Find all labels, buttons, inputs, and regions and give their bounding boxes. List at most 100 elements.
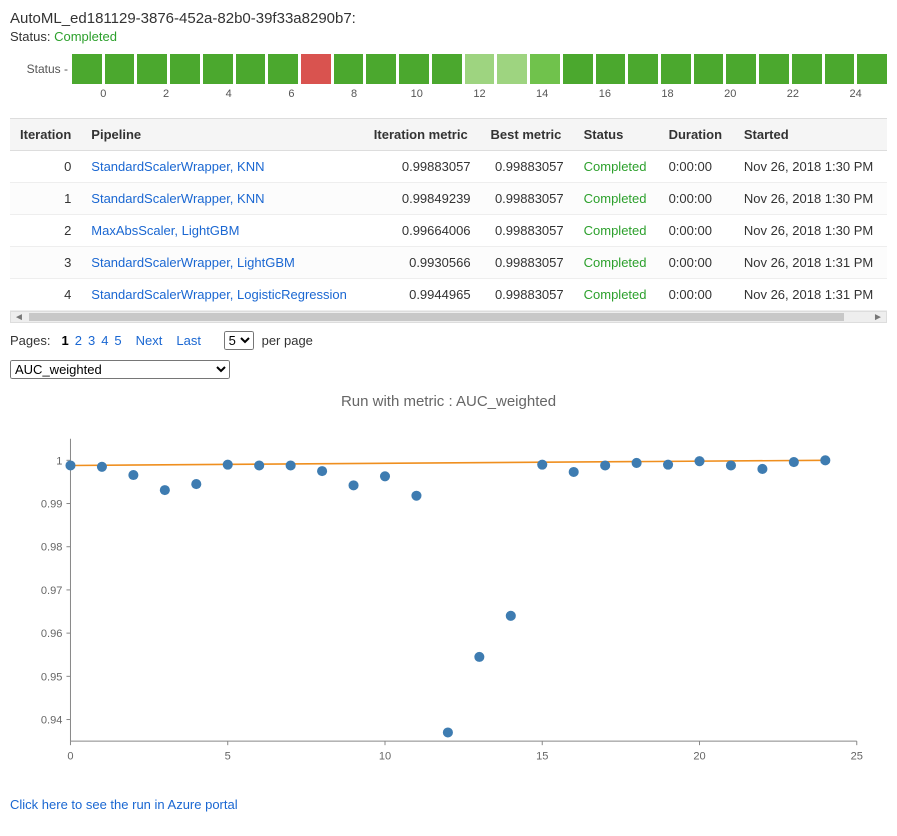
- status-cell[interactable]: [497, 54, 527, 84]
- col-pipeline[interactable]: Pipeline: [81, 119, 363, 151]
- chart-point[interactable]: [65, 460, 75, 470]
- page-title: AutoML_ed181129-3876-452a-82b0-39f33a829…: [10, 10, 887, 27]
- chart-point[interactable]: [286, 460, 296, 470]
- chart-point[interactable]: [820, 455, 830, 465]
- status-cell[interactable]: [399, 54, 429, 84]
- chart-point[interactable]: [569, 467, 579, 477]
- svg-text:0.94: 0.94: [41, 715, 63, 727]
- status-cell[interactable]: [465, 54, 495, 84]
- chart-point[interactable]: [537, 460, 547, 470]
- pager-page[interactable]: 1: [58, 333, 71, 348]
- status-cell[interactable]: [203, 54, 233, 84]
- table-row[interactable]: 4StandardScalerWrapper, LogisticRegressi…: [10, 279, 887, 311]
- azure-portal-link[interactable]: Click here to see the run in Azure porta…: [10, 797, 238, 812]
- status-axis-tick: 20: [699, 88, 762, 100]
- status-bar-axis: 024681012141618202224: [72, 88, 887, 100]
- status-cell[interactable]: [596, 54, 626, 84]
- chart-point[interactable]: [411, 491, 421, 501]
- per-page-select[interactable]: 5: [224, 331, 254, 350]
- table-row[interactable]: 1StandardScalerWrapper, KNN0.998492390.9…: [10, 183, 887, 215]
- pager-page[interactable]: 3: [85, 333, 98, 348]
- status-cell[interactable]: [563, 54, 593, 84]
- status-bar: Status -: [10, 54, 887, 84]
- pipeline-link[interactable]: StandardScalerWrapper, LogisticRegressio…: [91, 287, 347, 302]
- chart-point[interactable]: [726, 460, 736, 470]
- col-status[interactable]: Status: [574, 119, 659, 151]
- status-axis-tick: 10: [385, 88, 448, 100]
- status-cell[interactable]: [628, 54, 658, 84]
- status-cell[interactable]: [236, 54, 266, 84]
- col-started[interactable]: Started: [734, 119, 887, 151]
- col-iteration-metric[interactable]: Iteration metric: [364, 119, 481, 151]
- status-cell[interactable]: [366, 54, 396, 84]
- cell-iteration: 0: [10, 151, 81, 183]
- chart-point[interactable]: [128, 470, 138, 480]
- pipeline-link[interactable]: StandardScalerWrapper, KNN: [91, 191, 264, 206]
- status-cell[interactable]: [334, 54, 364, 84]
- status-cell[interactable]: [792, 54, 822, 84]
- status-cell[interactable]: [726, 54, 756, 84]
- pipeline-link[interactable]: StandardScalerWrapper, LightGBM: [91, 255, 295, 270]
- pager-page[interactable]: 2: [72, 333, 85, 348]
- table-row[interactable]: 2MaxAbsScaler, LightGBM0.996640060.99883…: [10, 215, 887, 247]
- chart-point[interactable]: [97, 462, 107, 472]
- status-cell[interactable]: [170, 54, 200, 84]
- status-cell[interactable]: [661, 54, 691, 84]
- chart-svg[interactable]: 0.940.950.960.970.980.9910510152025: [10, 420, 887, 780]
- pager-last[interactable]: Last: [173, 333, 204, 348]
- chart-point[interactable]: [600, 460, 610, 470]
- chart-point[interactable]: [254, 460, 264, 470]
- cell-pipeline: StandardScalerWrapper, LightGBM: [81, 247, 363, 279]
- scroll-left-icon[interactable]: ◄: [11, 312, 27, 322]
- status-cell[interactable]: [759, 54, 789, 84]
- horizontal-scrollbar[interactable]: ◄ ►: [10, 311, 887, 323]
- table-row[interactable]: 0StandardScalerWrapper, KNN0.998830570.9…: [10, 151, 887, 183]
- status-cell[interactable]: [857, 54, 887, 84]
- status-cell[interactable]: [432, 54, 462, 84]
- metric-select[interactable]: AUC_weighted: [10, 360, 230, 379]
- chart-point[interactable]: [694, 456, 704, 466]
- chart-point[interactable]: [663, 460, 673, 470]
- status-axis-tick: 14: [511, 88, 574, 100]
- chart-point[interactable]: [160, 485, 170, 495]
- pager-next[interactable]: Next: [133, 333, 166, 348]
- svg-text:0.98: 0.98: [41, 542, 63, 554]
- status-cell[interactable]: [694, 54, 724, 84]
- chart-point[interactable]: [223, 460, 233, 470]
- chart-point[interactable]: [349, 480, 359, 490]
- col-duration[interactable]: Duration: [659, 119, 734, 151]
- table-row[interactable]: 3StandardScalerWrapper, LightGBM0.993056…: [10, 247, 887, 279]
- status-cell[interactable]: [105, 54, 135, 84]
- scroll-thumb[interactable]: [29, 313, 844, 321]
- cell-duration: 0:00:00: [659, 279, 734, 311]
- status-axis-tick: 16: [574, 88, 637, 100]
- status-cell[interactable]: [825, 54, 855, 84]
- pipeline-link[interactable]: StandardScalerWrapper, KNN: [91, 159, 264, 174]
- chart-point[interactable]: [443, 727, 453, 737]
- pager-page[interactable]: 5: [111, 333, 124, 348]
- pipeline-link[interactable]: MaxAbsScaler, LightGBM: [91, 223, 239, 238]
- status-cell[interactable]: [72, 54, 102, 84]
- chart-point[interactable]: [632, 458, 642, 468]
- status-axis-tick: 24: [824, 88, 887, 100]
- pager-label: Pages:: [10, 333, 50, 348]
- pager-page[interactable]: 4: [98, 333, 111, 348]
- chart-point[interactable]: [191, 479, 201, 489]
- status-cell[interactable]: [301, 54, 331, 84]
- status-cell[interactable]: [530, 54, 560, 84]
- col-iteration[interactable]: Iteration: [10, 119, 81, 151]
- status-cell[interactable]: [268, 54, 298, 84]
- col-best-metric[interactable]: Best metric: [481, 119, 574, 151]
- chart-point[interactable]: [317, 466, 327, 476]
- cell-iteration: 1: [10, 183, 81, 215]
- chart-point[interactable]: [380, 471, 390, 481]
- chart-point[interactable]: [506, 611, 516, 621]
- scroll-right-icon[interactable]: ►: [870, 312, 886, 322]
- cell-started: Nov 26, 2018 1:30 PM: [734, 215, 887, 247]
- status-cell[interactable]: [137, 54, 167, 84]
- chart-point[interactable]: [789, 457, 799, 467]
- cell-duration: 0:00:00: [659, 151, 734, 183]
- chart-point[interactable]: [474, 652, 484, 662]
- cell-iteration: 3: [10, 247, 81, 279]
- chart-point[interactable]: [757, 464, 767, 474]
